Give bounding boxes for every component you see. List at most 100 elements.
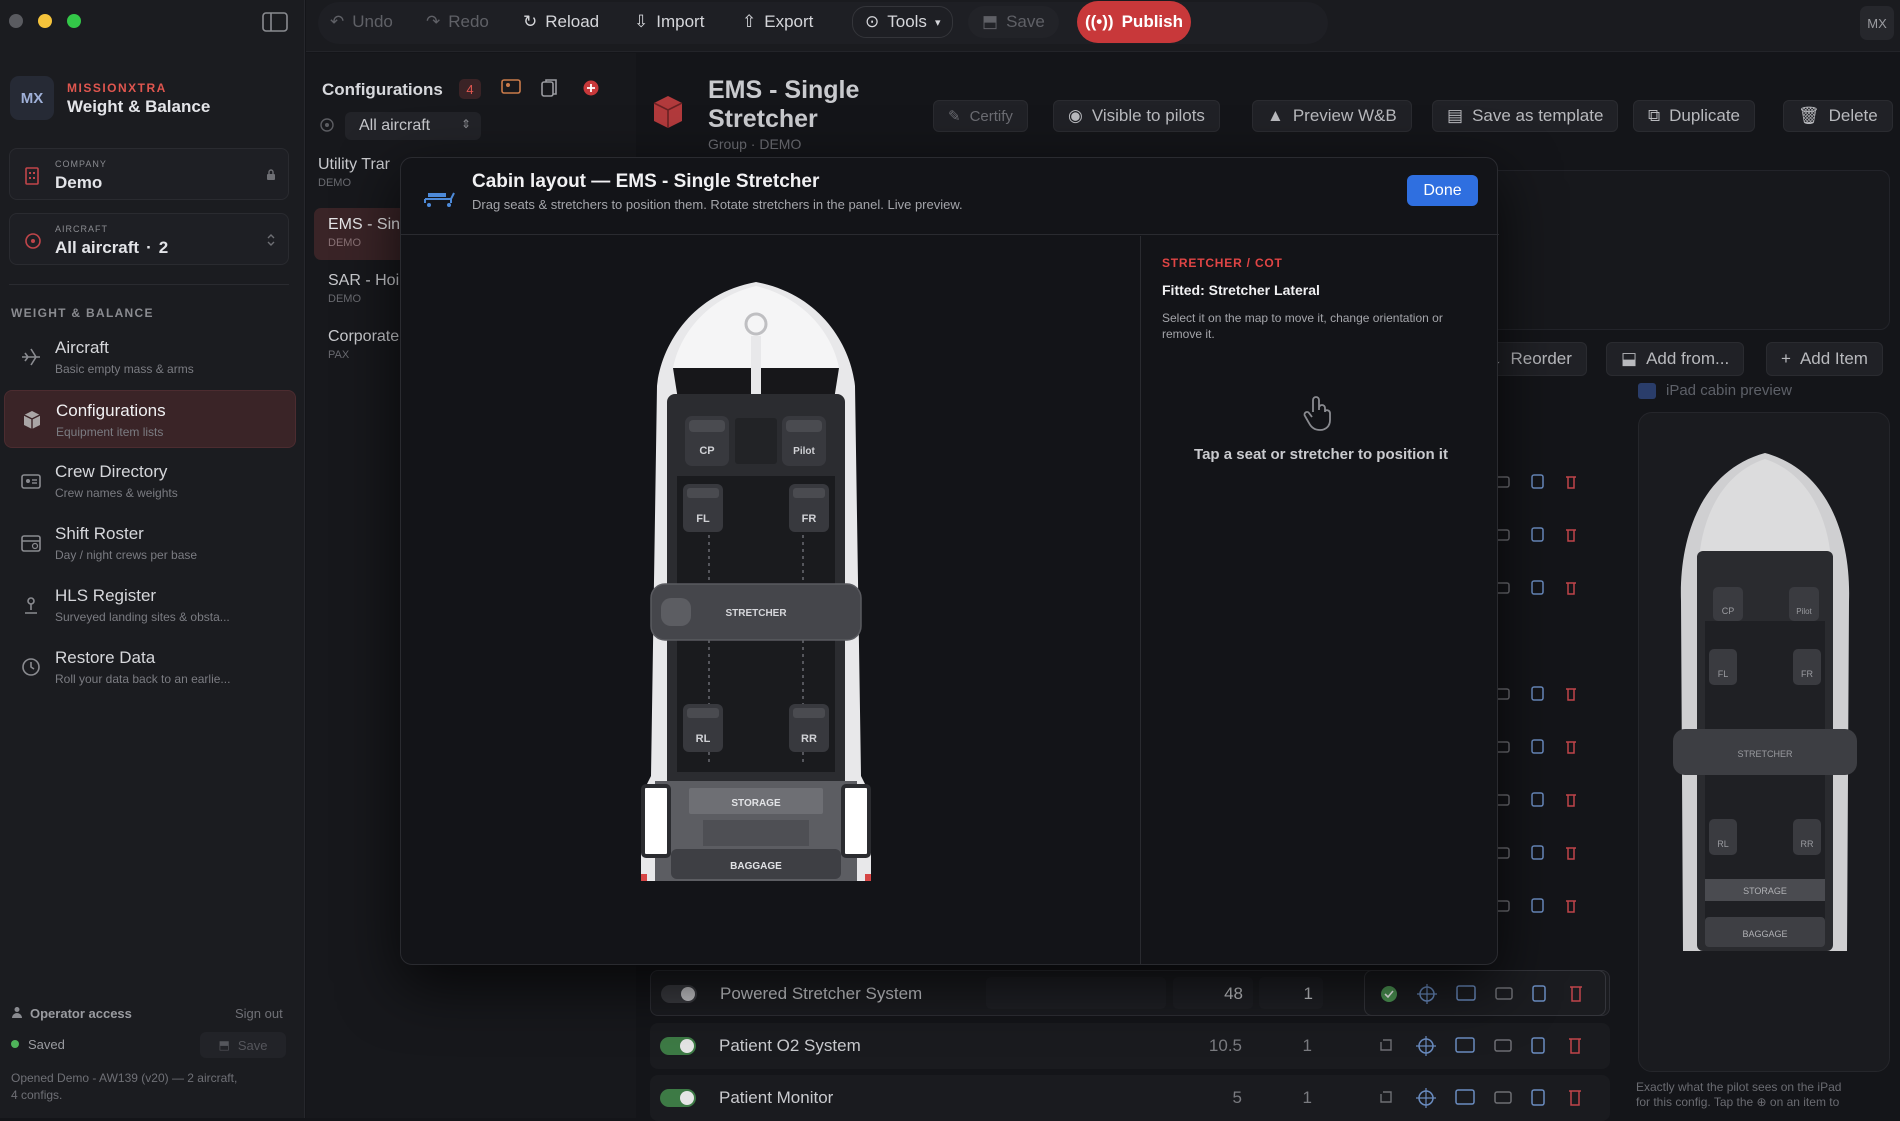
save-as-template-button[interactable]: ▤ Save as template [1432, 100, 1619, 132]
user-avatar[interactable]: MX [1860, 6, 1894, 40]
item-mass-field[interactable]: 48 [1173, 977, 1253, 1009]
minimize-window-button[interactable] [38, 14, 52, 28]
item-notes-field[interactable] [986, 977, 1166, 1009]
tap-hand-icon [1301, 392, 1335, 432]
aircraft-filter-select[interactable]: All aircraft ⇕ [345, 112, 481, 140]
sidebar-item-aircraft[interactable]: Aircraft Basic empty mass & arms [4, 328, 296, 386]
panel-hint: Tap a seat or stretcher to position it [1194, 446, 1448, 463]
modal-subtitle: Drag seats & stretchers to position them… [472, 197, 963, 212]
item-mass: 10.5 [1208, 1036, 1242, 1055]
item-mass: 5 [1232, 1088, 1242, 1107]
config-list-title: Configurations [322, 80, 443, 99]
history-icon [20, 656, 42, 678]
saved-status-dot [11, 1040, 19, 1048]
trash-icon[interactable] [1570, 986, 1582, 1002]
seat-label: RL [696, 733, 711, 745]
sidebar-save-button[interactable]: ⬒ Save [200, 1032, 286, 1058]
config-group: Group · DEMO [708, 136, 802, 152]
copy-icon[interactable] [1531, 1037, 1545, 1054]
publish-button[interactable]: ((•)) Publish [1077, 1, 1191, 43]
edit-icon[interactable] [1380, 1039, 1392, 1051]
save-button[interactable]: ⬒ Save [968, 6, 1059, 38]
tray-icon[interactable] [1495, 987, 1513, 1000]
item-toggle[interactable] [660, 1037, 696, 1055]
export-button[interactable]: ⇧ Export [742, 8, 813, 36]
config-sub: DEMO [328, 237, 361, 249]
preview-wb-button[interactable]: ▲ Preview W&B [1252, 100, 1412, 132]
delete-button[interactable]: 🗑 Delete [1783, 100, 1893, 132]
certify-icon: ✎ [948, 108, 961, 125]
ipad-seat-label: FR [1801, 669, 1813, 679]
zoom-window-button[interactable] [67, 14, 81, 28]
ipad-seat-label: FL [1718, 669, 1729, 679]
sidebar-item-shift-roster[interactable]: Shift Roster Day / night crews per base [4, 514, 296, 572]
import-button[interactable]: ⇩ Import [634, 8, 704, 36]
tools-menu-button[interactable]: ⊙ Tools ▾ [852, 6, 954, 38]
divider [9, 284, 289, 285]
config-list-item[interactable]: SAR - Hoi DEMO [328, 272, 408, 316]
certify-button[interactable]: ✎ Certify [933, 100, 1028, 132]
export-icon: ⇧ [742, 12, 757, 31]
landing-icon [20, 594, 42, 616]
edit-icon[interactable] [1380, 1091, 1392, 1103]
sidebar-item-configurations[interactable]: Configurations Equipment item lists [4, 390, 296, 448]
add-icon[interactable] [583, 80, 599, 96]
box-icon [21, 409, 43, 431]
ipad-preview-checkbox[interactable] [1638, 383, 1656, 399]
config-list-item-selected[interactable]: EMS - Sin DEMO [314, 208, 410, 260]
visible-to-pilots-button[interactable]: ◉ Visible to pilots [1053, 100, 1220, 132]
sidebar-item-restore-data[interactable]: Restore Data Roll your data back to an e… [4, 638, 296, 696]
import-icon: ⇩ [634, 12, 649, 31]
id-card-icon [20, 470, 42, 492]
trash-icon[interactable] [1569, 1090, 1581, 1106]
check-icon[interactable] [1381, 986, 1397, 1002]
sidebar-item-crew-directory[interactable]: Crew Directory Crew names & weights [4, 452, 296, 510]
sidebar-item-sub: Surveyed landing sites & obsta... [55, 610, 230, 624]
config-sub: DEMO [318, 177, 351, 189]
redo-label: Redo [448, 12, 489, 31]
copy-icon[interactable] [541, 78, 557, 98]
item-toggle[interactable] [660, 1089, 696, 1107]
config-count-badge: 4 [459, 79, 481, 99]
add-item-button[interactable]: + Add Item [1766, 342, 1883, 376]
tray-icon[interactable] [1494, 1091, 1512, 1104]
item-qty-field[interactable]: 1 [1259, 977, 1323, 1009]
trash-icon[interactable] [1569, 1038, 1581, 1054]
row-action-group [1364, 1023, 1606, 1069]
done-button[interactable]: Done [1407, 175, 1478, 206]
seat-label: CP [699, 445, 714, 457]
plane-icon [20, 346, 42, 368]
seat-label: RR [801, 733, 817, 745]
undo-label: Undo [352, 12, 393, 31]
redo-button[interactable]: ↷ Redo [426, 8, 489, 36]
sidebar-toggle-icon[interactable] [262, 12, 288, 32]
company-selector[interactable]: COMPANY Demo [9, 148, 289, 200]
sign-out-link[interactable]: Sign out [235, 1006, 283, 1021]
copy-icon[interactable] [1532, 985, 1546, 1002]
item-name: Patient Monitor [719, 1088, 834, 1107]
tray-icon[interactable] [1494, 1039, 1512, 1052]
image-add-icon[interactable] [501, 78, 521, 96]
row-action-group [1364, 970, 1606, 1016]
config-list-item[interactable]: Corporate PAX [328, 328, 408, 372]
sidebar-item-label: Restore Data [55, 648, 156, 667]
undo-icon: ↶ [330, 12, 345, 31]
close-window-button[interactable] [9, 14, 23, 28]
undo-button[interactable]: ↶ Undo [330, 8, 393, 36]
image-icon[interactable] [1455, 1089, 1475, 1105]
image-icon[interactable] [1455, 1037, 1475, 1053]
config-list-item[interactable]: Utility Trar DEMO [318, 156, 408, 200]
copy-icon[interactable] [1531, 1089, 1545, 1106]
add-from-button[interactable]: ⬓ Add from... [1606, 342, 1745, 376]
visible-label: Visible to pilots [1091, 106, 1205, 125]
export-label: Export [764, 12, 814, 31]
reload-button[interactable]: ↻ Reload [523, 8, 599, 36]
duplicate-button[interactable]: ⧉ Duplicate [1633, 100, 1756, 132]
panel-description: Select it on the map to move it, change … [1162, 311, 1443, 341]
add-item-label: Add Item [1799, 349, 1868, 368]
row-action-group [1364, 1075, 1606, 1118]
item-toggle[interactable] [661, 985, 697, 1003]
image-icon[interactable] [1456, 985, 1476, 1001]
aircraft-selector[interactable]: AIRCRAFT All aircraft · 2 [9, 213, 289, 265]
sidebar-item-hls-register[interactable]: HLS Register Surveyed landing sites & ob… [4, 576, 296, 634]
